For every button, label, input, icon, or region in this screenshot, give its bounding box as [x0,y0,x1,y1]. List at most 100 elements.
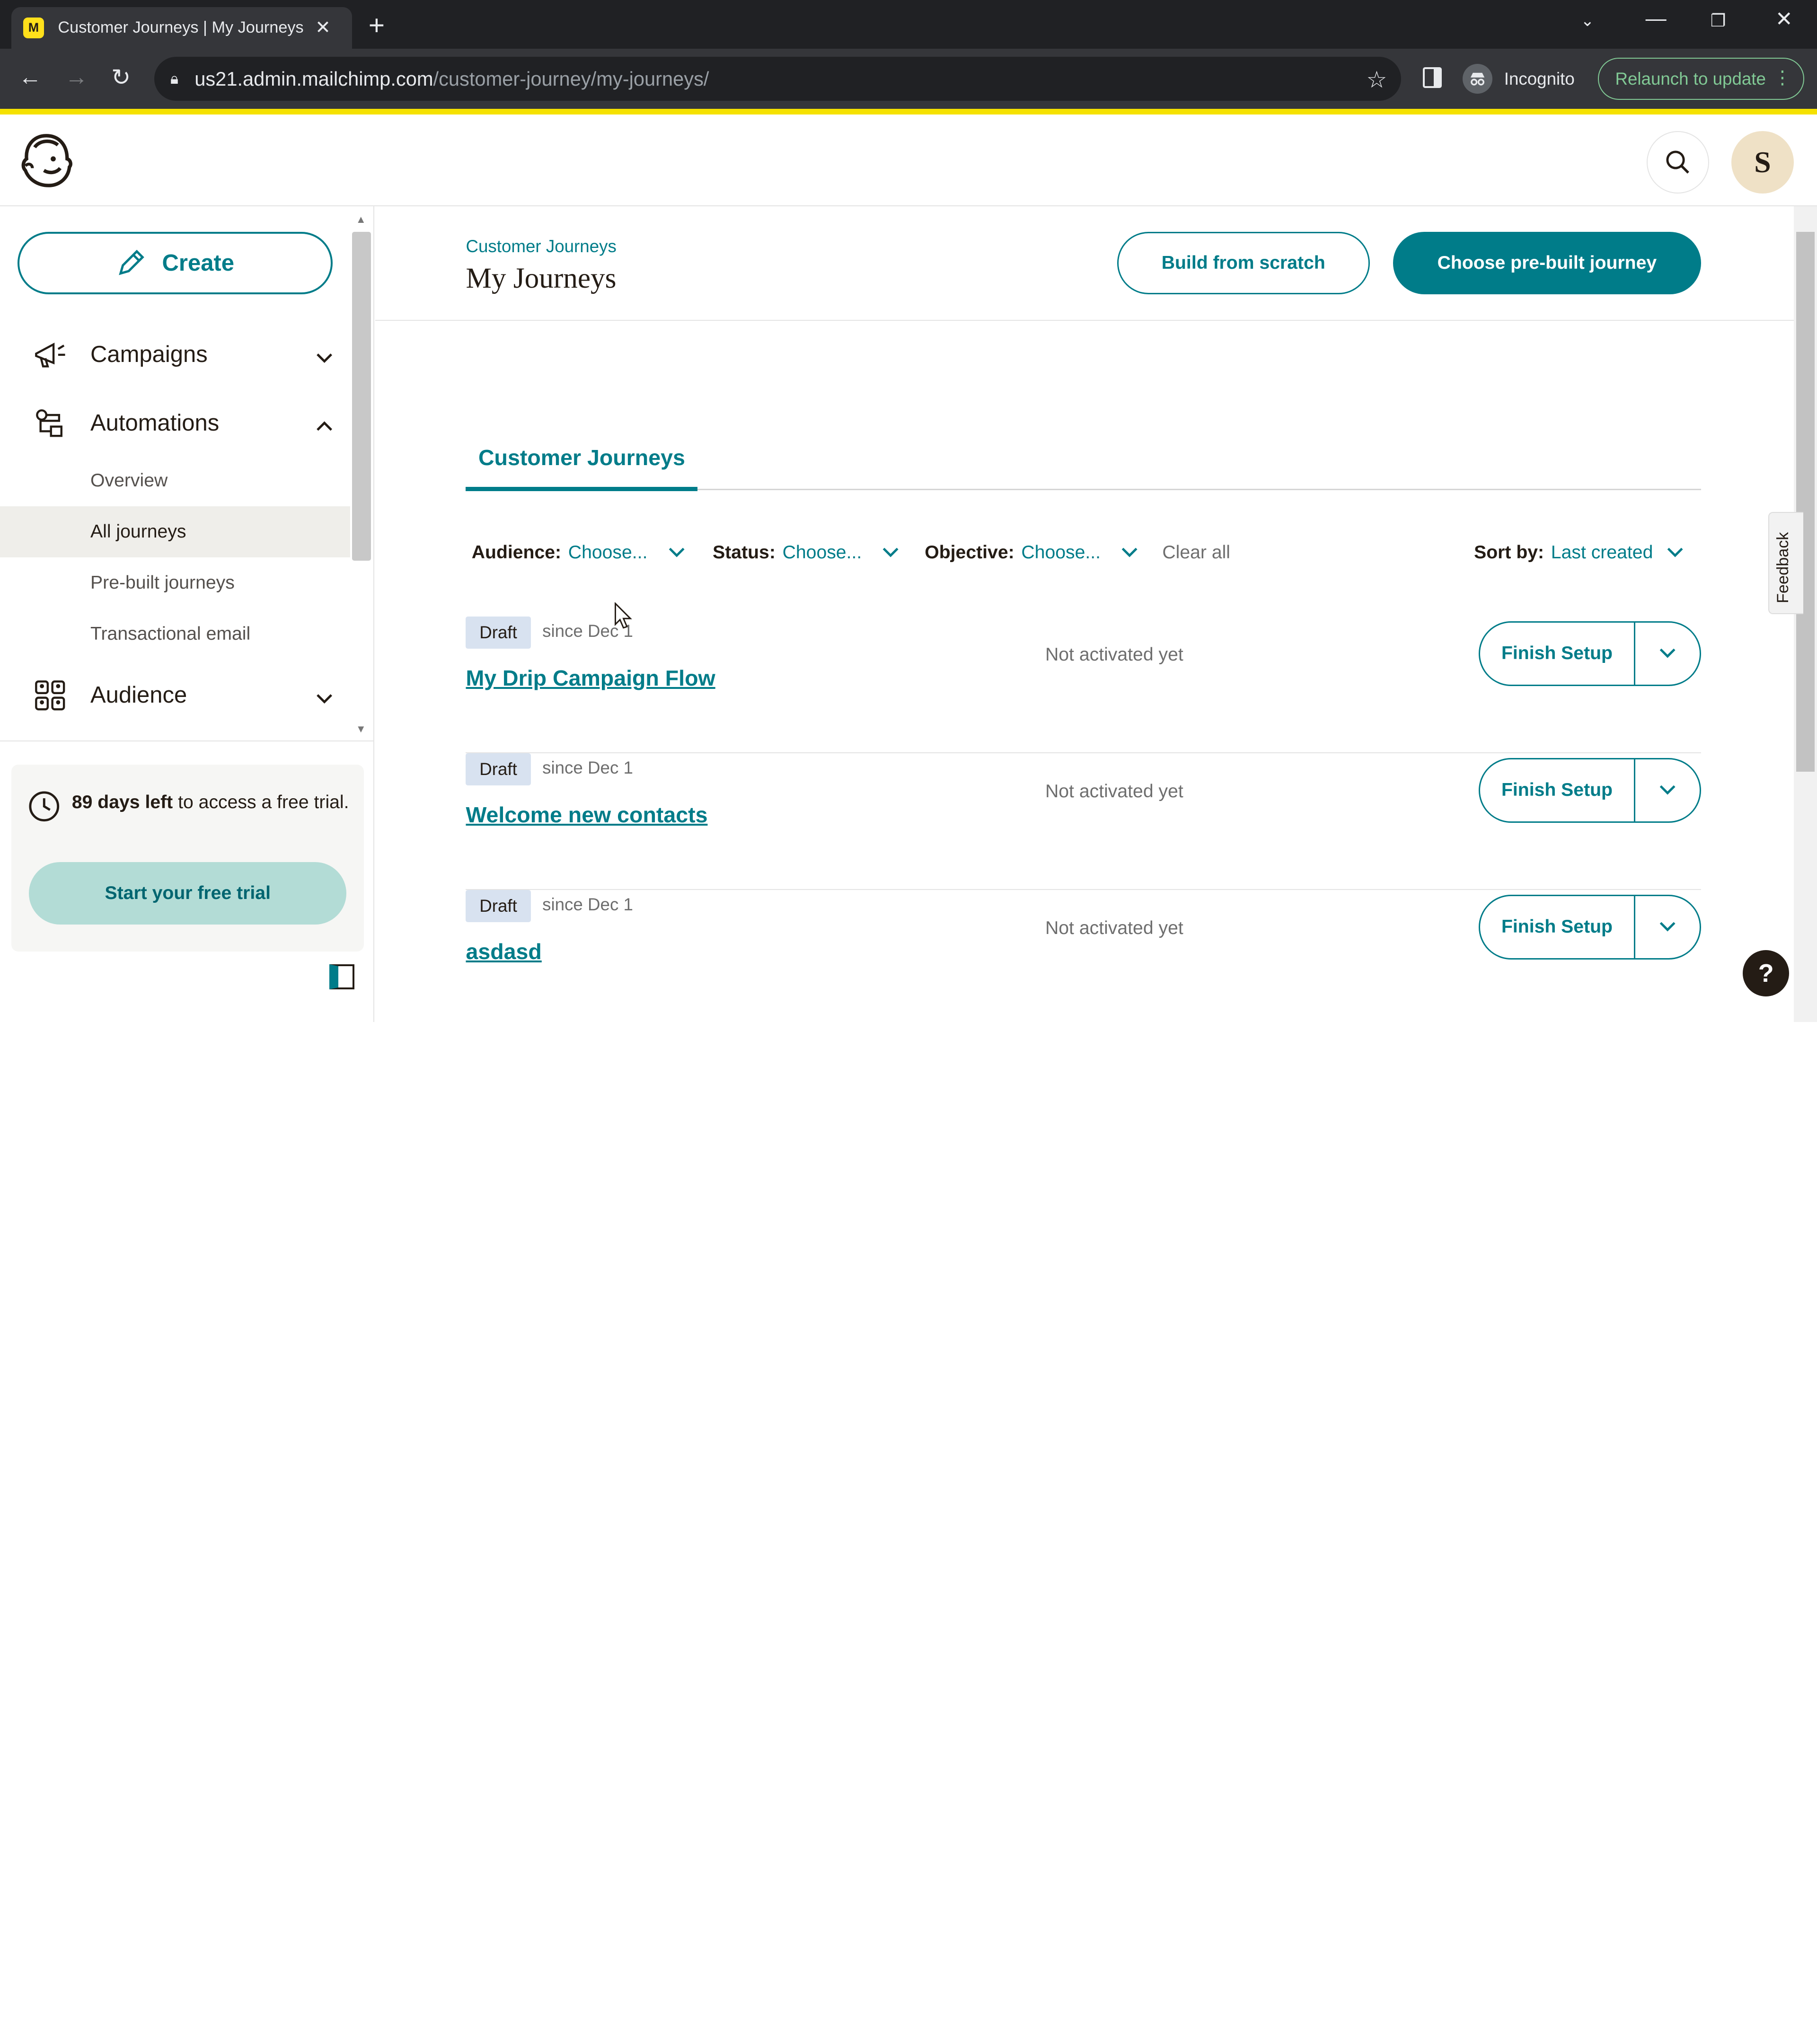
chevron-down-icon[interactable] [315,343,334,370]
incognito-label: Incognito [1504,69,1575,88]
sidebar-divider [0,740,373,742]
audience-filter-label: Audience: [471,542,562,563]
chevron-up-icon[interactable] [315,411,334,438]
mouse-cursor-icon [614,602,632,629]
bookmark-star-icon[interactable]: ☆ [1367,66,1387,93]
chevron-down-icon[interactable] [315,684,334,710]
chevron-down-icon [1659,648,1676,658]
sidebar-item-label: Audience [90,682,187,708]
app-header: S [0,115,1817,206]
lock-icon: 🔒︎ [170,70,178,87]
sidebar-item-campaigns[interactable]: Campaigns [33,331,334,378]
objective-filter-label: Objective: [925,542,1014,563]
search-icon [1666,150,1690,174]
scroll-down-arrow-icon[interactable]: ▼ [356,723,366,735]
browser-tab-bar: M Customer Journeys | My Journeys ✕ + ⌄ … [0,0,1817,49]
activation-status: Not activated yet [1045,917,1183,938]
sidebar-subitem-all-journeys[interactable]: All journeys [0,506,350,557]
status-badge: Draft [466,890,531,923]
tab-customer-journeys[interactable]: Customer Journeys [466,445,697,491]
sidebar-item-audience[interactable]: Audience [33,672,334,718]
sidebar: Create Campaigns Automations Overview Al… [0,206,375,1022]
back-icon[interactable]: ← [18,64,42,90]
sidebar-subitem-transactional-email[interactable]: Transactional email [0,608,350,660]
url-path: /customer-journey/my-journeys/ [433,67,709,90]
choose-prebuilt-journey-button[interactable]: Choose pre-built journey [1393,231,1702,295]
minimize-icon[interactable]: — [1646,7,1667,31]
trial-card: 89 days left to access a free trial. Sta… [11,765,364,952]
incognito-icon [1462,63,1493,94]
megaphone-icon [33,337,67,372]
chevron-down-icon [669,547,685,557]
window-close-icon[interactable]: ✕ [1775,7,1793,31]
clock-icon [29,791,59,822]
sidebar-item-automations[interactable]: Automations [33,400,334,446]
search-button[interactable] [1647,131,1710,194]
help-button[interactable]: ? [1743,950,1790,997]
create-label: Create [162,250,234,276]
finish-setup-button[interactable]: Finish Setup [1480,759,1636,821]
clear-all-filters-link[interactable]: Clear all [1162,542,1230,563]
since-date: since Dec 1 [542,894,633,914]
feedback-label: Feedback [1773,532,1792,604]
collapse-sidebar-icon[interactable] [329,964,355,990]
scroll-up-arrow-icon[interactable]: ▲ [356,213,366,226]
chevron-down-icon [1659,785,1676,795]
journey-row: Draft since Dec 1 My Drip Campaign Flow … [466,616,1702,753]
active-tab-indicator [466,486,698,492]
status-badge: Draft [466,753,531,786]
start-free-trial-button[interactable]: Start your free trial [29,862,347,925]
user-avatar[interactable]: S [1731,131,1794,194]
chevron-down-icon [1667,547,1683,557]
filter-bar: Audience: Choose... Status: Choose... Ob… [472,542,1707,568]
finish-setup-split-button: Finish Setup [1478,621,1702,686]
audience-filter[interactable]: Audience: Choose... [472,542,685,563]
more-options-icon[interactable]: ⋮ [1773,67,1791,88]
finish-setup-button[interactable]: Finish Setup [1480,622,1636,685]
actions-dropdown-button[interactable] [1635,759,1700,821]
sidebar-scrollbar-thumb[interactable] [352,231,371,561]
audience-filter-value: Choose... [568,542,648,563]
actions-dropdown-button[interactable] [1635,896,1700,958]
mailchimp-logo-icon[interactable] [18,131,74,189]
browser-tab[interactable]: M Customer Journeys | My Journeys ✕ [11,7,353,49]
side-panel-icon[interactable] [1423,67,1442,88]
activation-status: Not activated yet [1045,644,1183,665]
new-tab-icon[interactable]: + [369,9,385,41]
tab-search-icon[interactable]: ⌄ [1580,11,1594,30]
yellow-accent-bar [0,109,1817,115]
journey-name-link[interactable]: My Drip Campaign Flow [466,665,715,691]
incognito-indicator[interactable]: Incognito [1462,63,1575,94]
sidebar-subitem-prebuilt-journeys[interactable]: Pre-built journeys [0,557,350,608]
reload-icon[interactable]: ↻ [111,64,131,91]
status-filter-value: Choose... [782,542,862,563]
journey-row: Draft since Dec 1 Welcome new contacts N… [466,753,1702,890]
tab-close-icon[interactable]: ✕ [315,17,331,38]
feedback-tab[interactable]: Feedback [1768,512,1803,614]
create-button[interactable]: Create [17,231,333,295]
page-title: My Journeys [466,262,617,295]
actions-dropdown-button[interactable] [1635,623,1700,685]
sort-value: Last created [1551,542,1653,563]
journey-name-link[interactable]: asdasd [466,939,541,964]
status-filter[interactable]: Status: Choose... [713,542,899,563]
build-from-scratch-button[interactable]: Build from scratch [1117,231,1370,295]
restore-icon[interactable]: ❐ [1711,10,1726,31]
forward-icon[interactable]: → [65,64,88,90]
breadcrumb[interactable]: Customer Journeys [466,237,616,256]
main-scrollbar[interactable] [1794,206,1817,1022]
address-bar[interactable]: 🔒︎ us21.admin.mailchimp.com/customer-jou… [154,56,1401,101]
objective-filter[interactable]: Objective: Choose... [925,542,1138,563]
browser-toolbar: ← → ↻ 🔒︎ us21.admin.mailchimp.com/custom… [0,48,1817,109]
finish-setup-button[interactable]: Finish Setup [1480,896,1636,958]
status-filter-label: Status: [713,542,776,563]
journey-name-link[interactable]: Welcome new contacts [466,802,707,828]
sort-dropdown[interactable]: Sort by: Last created [1474,542,1683,563]
sidebar-subitem-overview[interactable]: Overview [0,455,350,506]
main-scrollbar-thumb[interactable] [1796,231,1815,772]
status-badge: Draft [466,616,531,649]
relaunch-button[interactable]: Relaunch to update ⋮ [1598,58,1805,100]
tab-title: Customer Journeys | My Journeys [58,18,304,37]
relaunch-label: Relaunch to update [1615,69,1766,88]
since-date: since Dec 1 [542,758,633,777]
